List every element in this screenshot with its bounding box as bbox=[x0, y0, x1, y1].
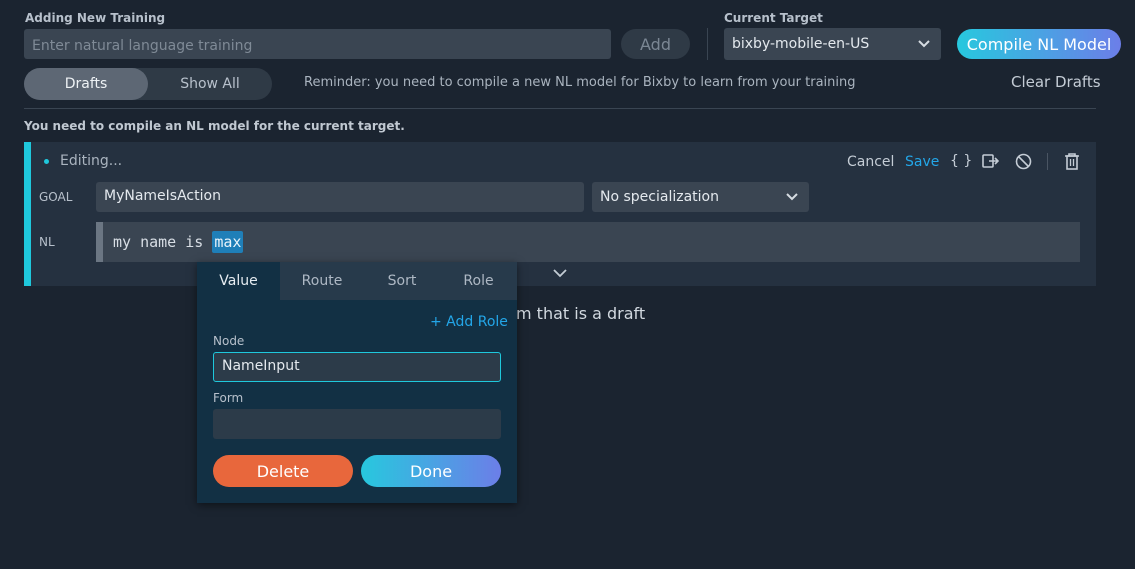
tab-value[interactable]: Value bbox=[197, 262, 280, 300]
clear-drafts-button[interactable]: Clear Drafts bbox=[1011, 73, 1101, 91]
add-button[interactable]: Add bbox=[621, 29, 690, 59]
nl-label: NL bbox=[39, 235, 55, 249]
drafts-tab[interactable]: Drafts bbox=[24, 68, 148, 100]
separator bbox=[24, 108, 1096, 109]
node-label: Node bbox=[213, 334, 245, 348]
target-label: Current Target bbox=[724, 11, 823, 25]
training-placeholder: Enter natural language training bbox=[32, 38, 253, 54]
tab-sort[interactable]: Sort bbox=[364, 262, 440, 300]
form-label: Form bbox=[213, 391, 244, 405]
specialization-select[interactable]: No specialization bbox=[592, 182, 809, 212]
expand-chevron-icon[interactable] bbox=[552, 268, 568, 278]
goal-input[interactable]: MyNameIsAction bbox=[96, 182, 584, 212]
target-select[interactable]: bixby-mobile-en-US bbox=[724, 28, 941, 60]
nl-word[interactable]: name bbox=[140, 233, 176, 251]
add-role-button[interactable]: + Add Role bbox=[430, 314, 508, 330]
nl-highlighted-word[interactable]: max bbox=[212, 231, 244, 253]
goal-label: GOAL bbox=[39, 190, 73, 204]
node-input[interactable]: NameInput bbox=[213, 352, 501, 382]
training-input[interactable]: Enter natural language training bbox=[24, 29, 611, 59]
tab-role[interactable]: Role bbox=[440, 262, 517, 300]
json-view-button[interactable]: { } bbox=[950, 153, 972, 169]
done-button[interactable]: Done bbox=[361, 455, 501, 487]
filter-toggle: Drafts Show All bbox=[24, 68, 272, 100]
editing-status: Editing... bbox=[60, 153, 123, 169]
chevron-down-icon bbox=[785, 192, 799, 202]
target-value: bixby-mobile-en-US bbox=[732, 36, 870, 52]
export-icon[interactable] bbox=[982, 153, 999, 169]
training-label: Adding New Training bbox=[25, 11, 166, 25]
status-dot bbox=[44, 159, 49, 164]
toolbar-divider bbox=[1047, 153, 1048, 170]
draft-info-text: m that is a draft bbox=[516, 304, 646, 323]
compile-warning: You need to compile an NL model for the … bbox=[24, 119, 405, 133]
cancel-button[interactable]: Cancel bbox=[847, 154, 894, 170]
nl-word[interactable]: my bbox=[113, 233, 131, 251]
reminder-text: Reminder: you need to compile a new NL m… bbox=[304, 75, 856, 90]
chevron-down-icon bbox=[917, 39, 931, 49]
tab-route[interactable]: Route bbox=[280, 262, 364, 300]
show-all-tab[interactable]: Show All bbox=[148, 68, 272, 100]
card-accent-bar bbox=[24, 142, 31, 286]
divider bbox=[707, 28, 708, 60]
disable-icon[interactable] bbox=[1015, 153, 1032, 170]
trash-icon[interactable] bbox=[1064, 152, 1080, 170]
role-popup: Value Route Sort Role + Add Role Node Na… bbox=[197, 262, 517, 503]
specialization-value: No specialization bbox=[600, 189, 719, 205]
save-button[interactable]: Save bbox=[905, 154, 939, 170]
nl-word[interactable]: is bbox=[185, 233, 203, 251]
compile-button[interactable]: Compile NL Model bbox=[957, 29, 1121, 59]
delete-button[interactable]: Delete bbox=[213, 455, 353, 487]
popup-tab-bar: Value Route Sort Role bbox=[197, 262, 517, 300]
nl-utterance-field[interactable]: my name is max bbox=[96, 222, 1080, 262]
form-input[interactable] bbox=[213, 409, 501, 439]
training-editor-card: Editing... Cancel Save { } GOAL MyNameIs… bbox=[24, 142, 1096, 286]
